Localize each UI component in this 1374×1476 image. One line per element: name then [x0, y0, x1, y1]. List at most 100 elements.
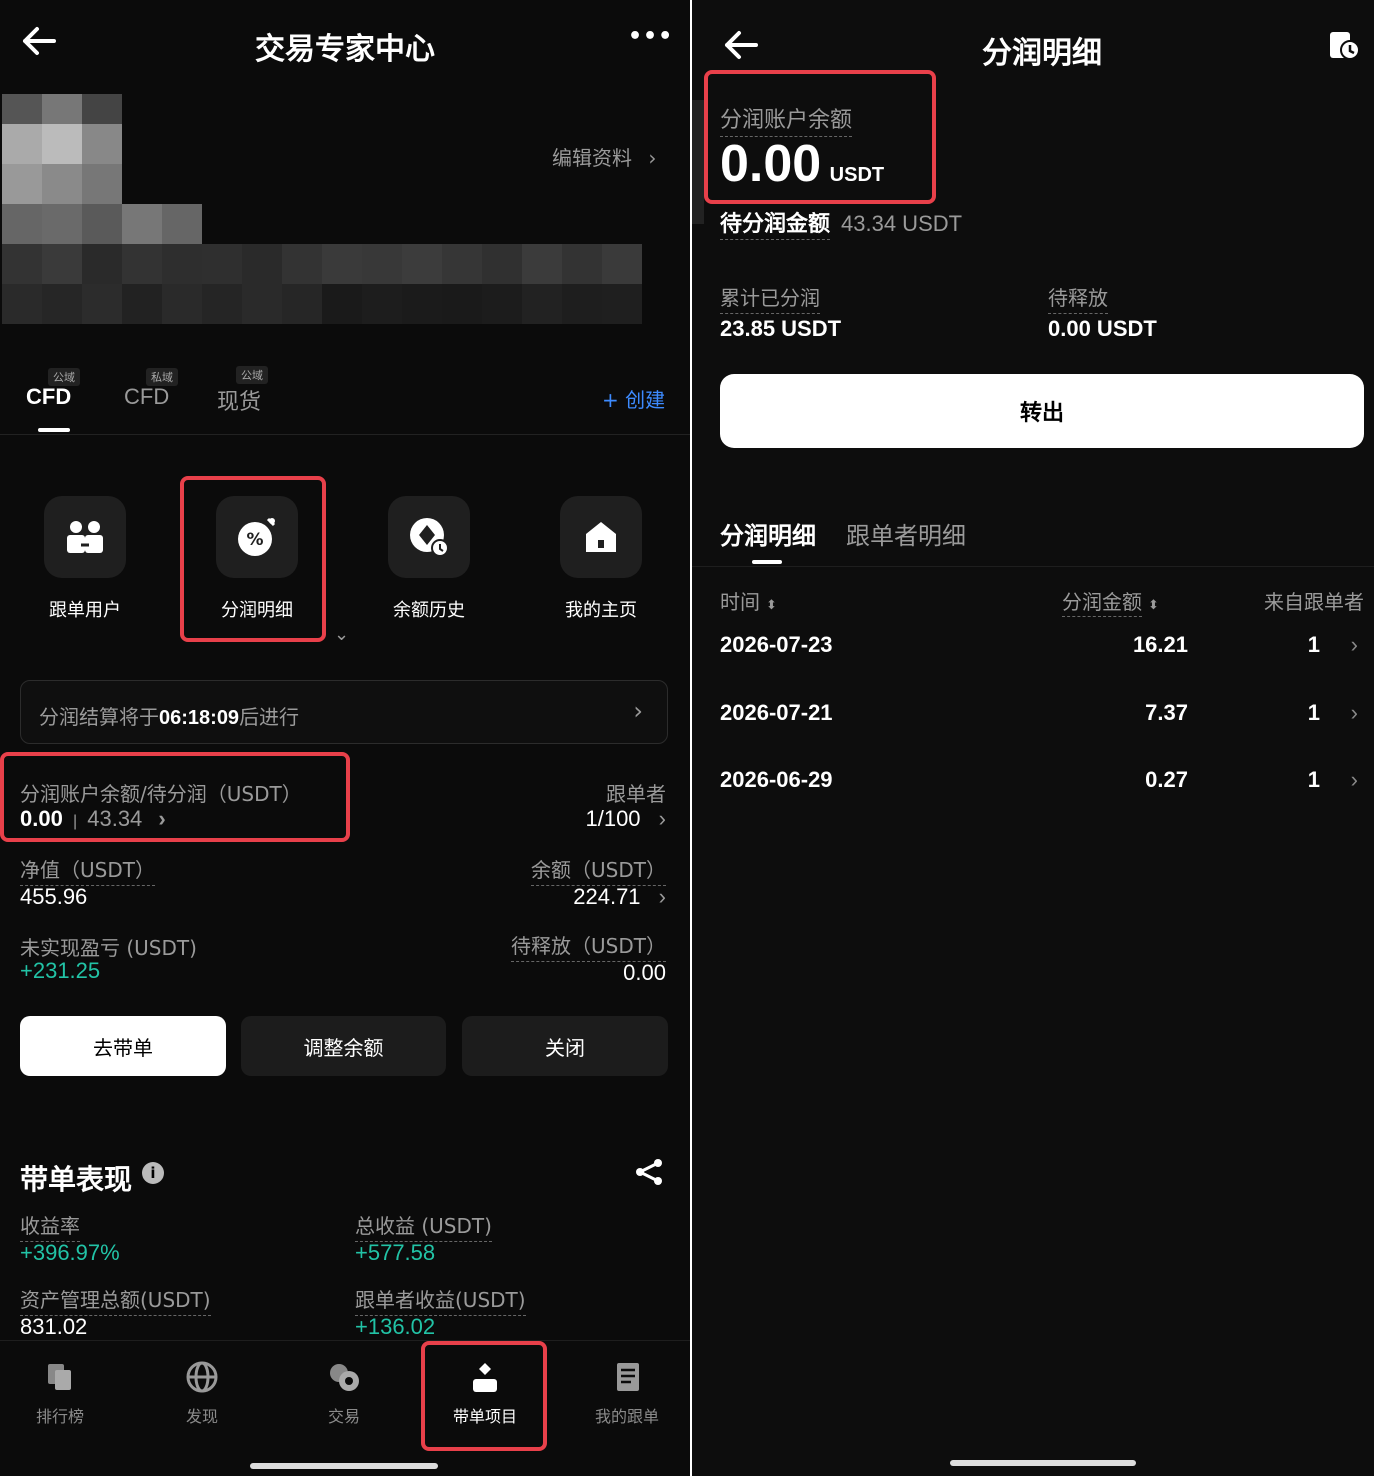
pending-profit-label: 待分润金额 [720, 212, 831, 240]
nav-label: 发现 [185, 1407, 218, 1426]
close-button[interactable]: 关闭 [462, 1016, 668, 1076]
to-release-label: 待释放 [1048, 282, 1108, 314]
to-release-value: 0.00 [623, 960, 666, 985]
ranking-icon [48, 1364, 71, 1390]
adjust-balance-button[interactable]: 调整余额 [241, 1016, 446, 1076]
nav-discover[interactable]: 发现 [142, 1361, 262, 1427]
profit-balance-value: 0.00 [720, 135, 822, 193]
nav-my-copy[interactable]: 我的跟单 [567, 1361, 687, 1427]
shortcut-copy-users[interactable] [44, 496, 126, 578]
globe-icon [186, 1361, 218, 1393]
tab-spot[interactable]: 现货 [217, 384, 261, 416]
nav-ranking[interactable]: 排行榜 [0, 1361, 120, 1427]
home-icon [586, 522, 616, 552]
shortcut-label: 分润明细 [221, 600, 293, 621]
profit-balance: 0.00 USDT [720, 134, 884, 194]
tab-tag-public-spot: 公域 [236, 366, 268, 384]
shortcut-balance-history[interactable] [388, 496, 470, 578]
edit-profile-label: 编辑资料 [552, 146, 632, 170]
pending-value: 43.34 [87, 806, 143, 831]
info-icon[interactable]: i [142, 1162, 164, 1184]
shortcut-label: 我的主页 [565, 600, 637, 621]
profit-balance-label: 分润账户余额 [720, 102, 853, 137]
remaining-balance-value: 224.71 [573, 884, 641, 909]
page-title: 分润明细 [982, 36, 1102, 71]
column-from-follower: 来自跟单者 [1264, 590, 1364, 614]
chevron-right-icon: › [658, 884, 666, 909]
tab-cfd-public[interactable]: CFD [26, 384, 71, 410]
lead-trader-icon [473, 1363, 497, 1392]
settlement-notice: 分润结算将于06:18:09后进行 [39, 701, 299, 730]
tabs-divider [0, 434, 690, 435]
nav-lead-trading[interactable]: 带单项目 [425, 1361, 545, 1427]
net-value: 455.96 [20, 884, 88, 909]
history-clock-icon[interactable] [1328, 30, 1360, 66]
total-profit-label: 总收益 (USDT) [355, 1210, 492, 1242]
tab-active-indicator [752, 560, 782, 564]
home-indicator [950, 1460, 1136, 1466]
profit-balance-unit: USDT [829, 164, 885, 186]
chevron-right-icon: › [648, 146, 657, 170]
home-indicator [250, 1463, 438, 1469]
percent-icon: % [238, 517, 276, 556]
edit-profile-link[interactable]: 编辑资料 › [552, 142, 656, 171]
share-icon[interactable] [634, 1158, 664, 1190]
net-value-label: 净值（USDT） [20, 854, 155, 886]
row-date: 2026-06-29 [720, 767, 833, 792]
column-time[interactable]: 时间 ⬍ [720, 586, 777, 615]
users-icon [67, 521, 103, 553]
chevron-right-icon: › [158, 806, 166, 831]
settlement-suffix: 后进行 [239, 705, 300, 729]
performance-title: 带单表现 [20, 1163, 133, 1196]
tab-cfd-private[interactable]: CFD [124, 384, 169, 410]
table-row[interactable]: 2026-07-21 7.37 1 › [720, 700, 1358, 740]
table-row[interactable]: 2026-07-23 16.21 1 › [720, 632, 1358, 672]
tab-follower-detail[interactable]: 跟单者明细 [846, 516, 966, 551]
yield-label: 收益率 [20, 1210, 80, 1242]
follower-profit-value: +136.02 [355, 1314, 436, 1339]
sort-icon: ⬍ [766, 598, 777, 613]
column-profit-amount[interactable]: 分润金额 ⬍ [1062, 586, 1159, 617]
pending-profit-row: 待分润金额 43.34 USDT [720, 206, 962, 240]
history-icon [410, 518, 449, 557]
shortcut-profit-detail[interactable]: % [216, 496, 298, 578]
transfer-out-button[interactable]: 转出 [720, 374, 1364, 448]
nav-trade[interactable]: 交易 [284, 1361, 404, 1427]
balance-values-link[interactable]: 0.00 | 43.34 › [20, 806, 166, 832]
row-amount: 16.21 [1132, 632, 1188, 657]
sort-icon: ⬍ [1148, 598, 1159, 613]
followers-label: 跟单者 [606, 782, 666, 806]
tab-active-indicator [38, 428, 70, 432]
trade-icon [330, 1364, 359, 1391]
shortcut-label: 跟单用户 [49, 600, 121, 621]
trading-expert-center-screen: 交易专家中心 ••• 编辑资料 › 公域 CFD 私域 CFD 公域 现货 + … [0, 0, 690, 1476]
tab-profit-detail[interactable]: 分润明细 [720, 516, 816, 551]
settlement-prefix: 分润结算将于 [39, 705, 159, 729]
left-edge-strip [692, 100, 704, 224]
row-from: 1 [1307, 767, 1320, 792]
go-copy-button[interactable]: 去带单 [20, 1016, 226, 1076]
settlement-notice-bar[interactable]: 分润结算将于06:18:09后进行 › [20, 680, 668, 744]
followers-link[interactable]: 1/100 › [585, 806, 666, 832]
page-title: 交易专家中心 [255, 32, 435, 67]
more-menu-icon[interactable]: ••• [628, 24, 673, 49]
create-button[interactable]: + 创建 [602, 384, 665, 413]
chevron-right-icon: › [633, 697, 643, 725]
shortcut-my-homepage[interactable] [560, 496, 642, 578]
cumulative-profit-value: 23.85 USDT [720, 316, 842, 341]
settlement-countdown: 06:18:09 [159, 707, 240, 729]
nav-label: 交易 [327, 1407, 360, 1426]
table-row[interactable]: 2026-06-29 0.27 1 › [720, 767, 1358, 807]
profit-detail-screen: 分润明细 分润账户余额 0.00 USDT 待分润金额 43.34 USDT 累… [692, 0, 1374, 1476]
remaining-balance-label: 余额（USDT） [531, 854, 666, 886]
chevron-down-icon[interactable]: ⌄ [334, 624, 349, 645]
nav-label: 排行榜 [35, 1407, 84, 1426]
remaining-balance-link[interactable]: 224.71 › [573, 884, 666, 910]
row-amount: 7.37 [1145, 700, 1188, 725]
unrealized-pnl-label: 未实现盈亏 (USDT) [20, 936, 197, 960]
aum-label: 资产管理总额(USDT) [20, 1284, 211, 1316]
chevron-right-icon: › [1350, 767, 1358, 792]
column-profit-label: 分润金额 [1062, 590, 1142, 617]
unrealized-pnl-value: +231.25 [20, 958, 101, 983]
row-from: 1 [1307, 632, 1320, 657]
